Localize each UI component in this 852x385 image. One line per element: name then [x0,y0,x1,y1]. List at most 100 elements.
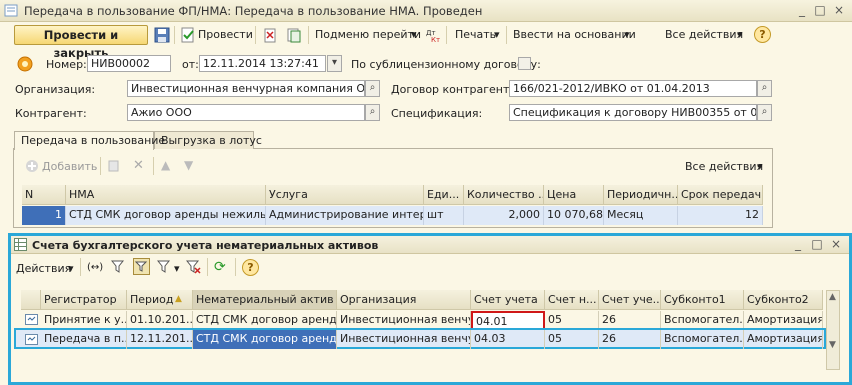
sub-maximize-button[interactable]: □ [809,237,825,253]
table-cell[interactable]: Инвестиционная венчу... [337,330,471,349]
col-n[interactable]: N [22,185,66,205]
calendar-button[interactable]: ▾ [327,55,342,72]
table-cell[interactable]: 04.03 [471,330,545,349]
tab-export-lotus[interactable]: Выгрузка в лотус [154,131,262,149]
table-cell[interactable]: 26 [599,330,661,349]
sort-asc-icon: ▲ [175,294,182,304]
unpost-icon[interactable] [262,27,278,43]
table-cell-active[interactable]: СТД СМК договор аренд... [193,330,337,349]
table-cell[interactable]: 05 [545,330,599,349]
minimize-button[interactable]: _ [794,3,810,19]
table-icon [14,238,27,251]
vertical-scrollbar[interactable] [826,290,840,370]
contract-label: Договор контрагента: [391,83,520,96]
table-cell[interactable]: 1 [22,206,66,225]
window-title: Передача в пользование ФП/НМА: Передача … [24,4,483,18]
contract-search-button[interactable]: ⌕ [757,80,772,97]
sublicense-label: По сублицензионному договору: [351,58,541,71]
filter-by-value-icon[interactable] [133,258,150,275]
show-values-icon[interactable]: (↔) [87,262,103,273]
refresh-icon[interactable]: ⟳ [214,259,226,275]
copy-doc-icon[interactable] [286,27,302,43]
subwindow-title: Счета бухгалтерского учета нематериальны… [32,239,379,252]
col-nma[interactable]: НМА [66,185,266,205]
clear-filter-icon[interactable] [186,259,201,274]
date-field[interactable]: 12.11.2014 13:27:41 [199,55,326,72]
sub-minimize-button[interactable]: _ [790,237,806,253]
table-cell[interactable]: шт [424,206,464,225]
save-icon[interactable] [154,27,170,43]
delete-icon[interactable]: ✕ [133,158,144,173]
svg-text:Кт: Кт [431,36,440,43]
spec-field[interactable]: Спецификация к договору НИВ00355 от 01.0… [509,104,757,121]
table-cell[interactable]: 12.11.201... [127,330,193,349]
col-unit[interactable]: Еди... [424,185,464,205]
col-period[interactable]: Период [127,290,193,310]
filter-history-icon[interactable] [157,259,172,274]
move-down-icon[interactable]: ▼ [184,158,193,172]
col-account-n[interactable]: Счет н... [545,290,599,310]
sublicense-checkbox[interactable] [518,57,531,70]
col-quantity[interactable]: Количество ... [464,185,544,205]
counterparty-label: Контрагент: [15,107,87,120]
chevron-down-icon: ▾ [68,262,74,275]
move-up-icon[interactable]: ▲ [161,158,170,172]
dt-kt-icon[interactable]: ДтКт [425,27,441,43]
enter-based-menu[interactable]: Ввести на основании [513,28,636,41]
col-account[interactable]: Счет учета [471,290,545,310]
col-registrar[interactable]: Регистратор [41,290,127,310]
table-cell[interactable]: 10 070,68 [544,206,604,225]
col-subconto2[interactable]: Субконто2 [744,290,823,310]
spec-search-button[interactable]: ⌕ [757,104,772,121]
col-periodicity[interactable]: Периодичн... [604,185,678,205]
tab-transfer[interactable]: Передача в пользование [14,131,165,150]
add-button[interactable]: Добавить [42,160,97,173]
replace-go-menu[interactable]: Подменю перейти [315,28,421,41]
col-price[interactable]: Цена [544,185,604,205]
table-cell[interactable]: Администрирование интер... [266,206,424,225]
counterparty-field[interactable]: Ажио ООО [127,104,365,121]
filter-icon[interactable] [111,259,126,274]
from-label: от: [182,58,199,71]
help-button[interactable]: ? [754,26,771,43]
register-row-icon [25,334,38,345]
post-button[interactable]: Провести [198,28,253,41]
scroll-up-icon[interactable]: ▲ [829,292,836,302]
counterparty-search-button[interactable]: ⌕ [365,104,380,121]
actions-menu[interactable]: Действия [16,262,71,275]
table-cell[interactable]: Передача в п... [41,330,127,349]
chevron-down-icon: ▾ [174,262,180,275]
organization-field[interactable]: Инвестиционная венчурная компания ООО [127,80,365,97]
col-service[interactable]: Услуга [266,185,424,205]
col-organization[interactable]: Организация [337,290,471,310]
all-actions-menu[interactable]: Все действия [665,28,743,41]
col-account-uch[interactable]: Счет уче... [599,290,661,310]
post-icon [181,27,194,43]
sub-close-button[interactable]: × [828,237,844,253]
col-subconto1[interactable]: Субконто1 [661,290,744,310]
contract-field[interactable]: 166/021-2012/ИВКО от 01.04.2013 [509,80,757,97]
table-cell[interactable]: Амортизация н [744,330,823,349]
table-cell[interactable]: СТД СМК договор аренды нежилых... [66,206,266,225]
print-menu[interactable]: Печать [455,28,496,41]
close-button[interactable]: × [831,3,847,19]
org-label: Организация: [15,83,96,96]
table-cell[interactable]: 12 [678,206,763,225]
chevron-down-icon: ▾ [624,28,630,41]
maximize-button[interactable]: □ [812,3,828,19]
document-icon [4,4,18,17]
tab-all-actions-menu[interactable]: Все действия [685,160,763,173]
org-search-button[interactable]: ⌕ [365,80,380,97]
col-term[interactable]: Срок передачи [678,185,763,205]
table-cell[interactable]: Вспомогател... [661,330,744,349]
number-field[interactable]: НИВ00002 [87,55,171,72]
post-and-close-button[interactable]: Провести и закрыть [14,25,148,60]
col-intangible-asset[interactable]: Нематериальный актив [193,290,337,310]
table-cell[interactable]: Месяц [604,206,678,225]
scroll-down-icon[interactable]: ▼ [829,340,836,350]
sub-help-button[interactable]: ? [242,259,259,276]
copy-row-icon[interactable] [107,159,121,173]
org-logo-icon [17,56,33,72]
window-titlebar: Передача в пользование ФП/НМА: Передача … [0,0,852,22]
table-cell[interactable]: 2,000 [464,206,544,225]
